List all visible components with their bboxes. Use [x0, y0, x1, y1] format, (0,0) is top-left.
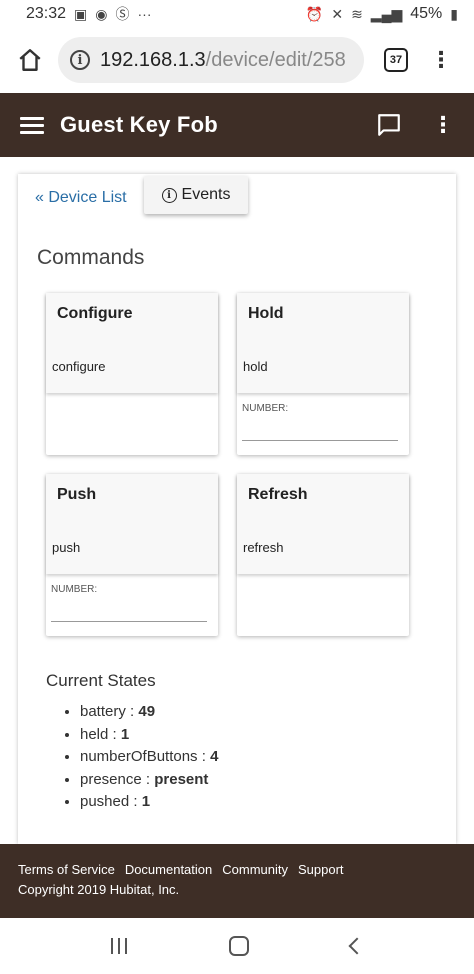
state-value: 4: [210, 748, 219, 765]
command-method: push: [52, 540, 81, 555]
device-card: « Device List i Events Commands Configur…: [18, 174, 456, 844]
browser-bar: i 192.168.1.3/device/edit/258 37 ⋮: [0, 28, 474, 92]
device-list-link[interactable]: « Device List: [35, 189, 127, 207]
url-path: /device/edit/258: [205, 48, 346, 71]
page-title: Guest Key Fob: [60, 112, 218, 137]
current-states-title: Current States: [46, 671, 156, 690]
url-bar[interactable]: i 192.168.1.3/device/edit/258: [58, 37, 364, 83]
command-run-configure[interactable]: Configure configure: [46, 293, 218, 393]
push-number-input[interactable]: [51, 602, 207, 622]
state-item: numberOfButtons : 4: [80, 746, 218, 769]
footer-link-community[interactable]: Community: [222, 862, 288, 877]
state-item: held : 1: [80, 724, 218, 747]
footer-link-support[interactable]: Support: [298, 862, 344, 877]
android-nav-bar: [0, 918, 474, 974]
command-name: Push: [57, 486, 97, 503]
command-tile-push: Push push NUMBER:: [46, 474, 218, 636]
footer-link-documentation[interactable]: Documentation: [125, 862, 212, 877]
back-icon[interactable]: [348, 937, 366, 955]
chat-icon[interactable]: [376, 112, 402, 138]
battery-percent: 45%: [410, 5, 443, 22]
tab-switcher-button[interactable]: 37: [384, 48, 408, 72]
state-key: held: [80, 725, 109, 743]
command-name: Refresh: [248, 486, 308, 503]
state-key: pushed: [80, 793, 130, 810]
state-value: 49: [138, 703, 156, 720]
status-bar: 23:32 ▣ ◉ Ⓢ ··· ⏰ ✕ ≋ ▂▄▆ 45% ▮: [0, 0, 474, 28]
site-info-icon[interactable]: i: [70, 50, 90, 70]
command-run-push[interactable]: Push push: [46, 474, 218, 574]
footer-copyright: Copyright 2019 Hubitat, Inc.: [18, 882, 180, 897]
mute-icon: ✕: [331, 5, 344, 22]
status-right: ⏰ ✕ ≋ ▂▄▆ 45% ▮: [306, 5, 458, 23]
browser-menu-icon[interactable]: ⋮: [430, 49, 452, 71]
hold-number-input[interactable]: [242, 421, 398, 441]
image-icon: ▣: [74, 5, 88, 22]
skype-icon: Ⓢ: [115, 6, 130, 22]
footer-link-terms[interactable]: Terms of Service: [18, 862, 115, 877]
command-tile-configure: Configure configure: [46, 293, 218, 455]
hamburger-menu-icon[interactable]: [20, 116, 44, 134]
command-name: Hold: [248, 305, 284, 322]
commands-title: Commands: [37, 246, 145, 269]
browser-home-icon[interactable]: [14, 44, 46, 76]
command-tile-hold: Hold hold NUMBER:: [237, 293, 409, 455]
state-item: battery : 49: [80, 701, 218, 724]
app-header: Guest Key Fob ⋮: [0, 93, 474, 157]
command-tile-refresh: Refresh refresh: [237, 474, 409, 636]
info-icon: i: [161, 187, 177, 203]
header-menu-icon[interactable]: ⋮: [432, 114, 454, 136]
push-number-label: NUMBER:: [51, 584, 98, 595]
nav-home-icon[interactable]: [229, 936, 249, 956]
events-button-label: Events: [181, 186, 231, 203]
state-key: numberOfButtons: [80, 748, 198, 765]
command-run-hold[interactable]: Hold hold: [237, 293, 409, 393]
state-key: presence: [80, 770, 142, 788]
state-key: battery: [80, 703, 126, 720]
wifi-icon: ≋: [351, 5, 363, 22]
battery-icon: ▮: [450, 5, 458, 22]
signal-icon: ▂▄▆: [370, 5, 403, 22]
more-icon: ···: [137, 6, 152, 22]
command-method: configure: [52, 359, 106, 374]
state-value: 1: [120, 725, 130, 743]
command-name: Configure: [57, 305, 133, 322]
footer-links: Terms of Service Documentation Community…: [18, 862, 456, 877]
state-item: pushed : 1: [80, 791, 218, 814]
command-method: refresh: [243, 540, 284, 555]
state-value: present: [154, 770, 209, 788]
status-left: 23:32 ▣ ◉ Ⓢ ···: [26, 4, 152, 24]
hold-number-label: NUMBER:: [242, 403, 289, 414]
state-value: 1: [141, 793, 151, 810]
command-method: hold: [243, 359, 268, 374]
location-icon: ◉: [95, 5, 108, 22]
current-states-list: battery : 49 held : 1 numberOfButtons : …: [80, 701, 218, 814]
url-host: 192.168.1.3: [100, 48, 206, 71]
status-time: 23:32: [26, 5, 67, 22]
command-run-refresh[interactable]: Refresh refresh: [237, 474, 409, 574]
events-button[interactable]: i Events: [144, 176, 248, 214]
state-item: presence : present: [80, 769, 218, 792]
recents-icon[interactable]: [111, 938, 127, 954]
footer: Terms of Service Documentation Community…: [0, 844, 474, 918]
alarm-icon: ⏰: [305, 5, 324, 22]
